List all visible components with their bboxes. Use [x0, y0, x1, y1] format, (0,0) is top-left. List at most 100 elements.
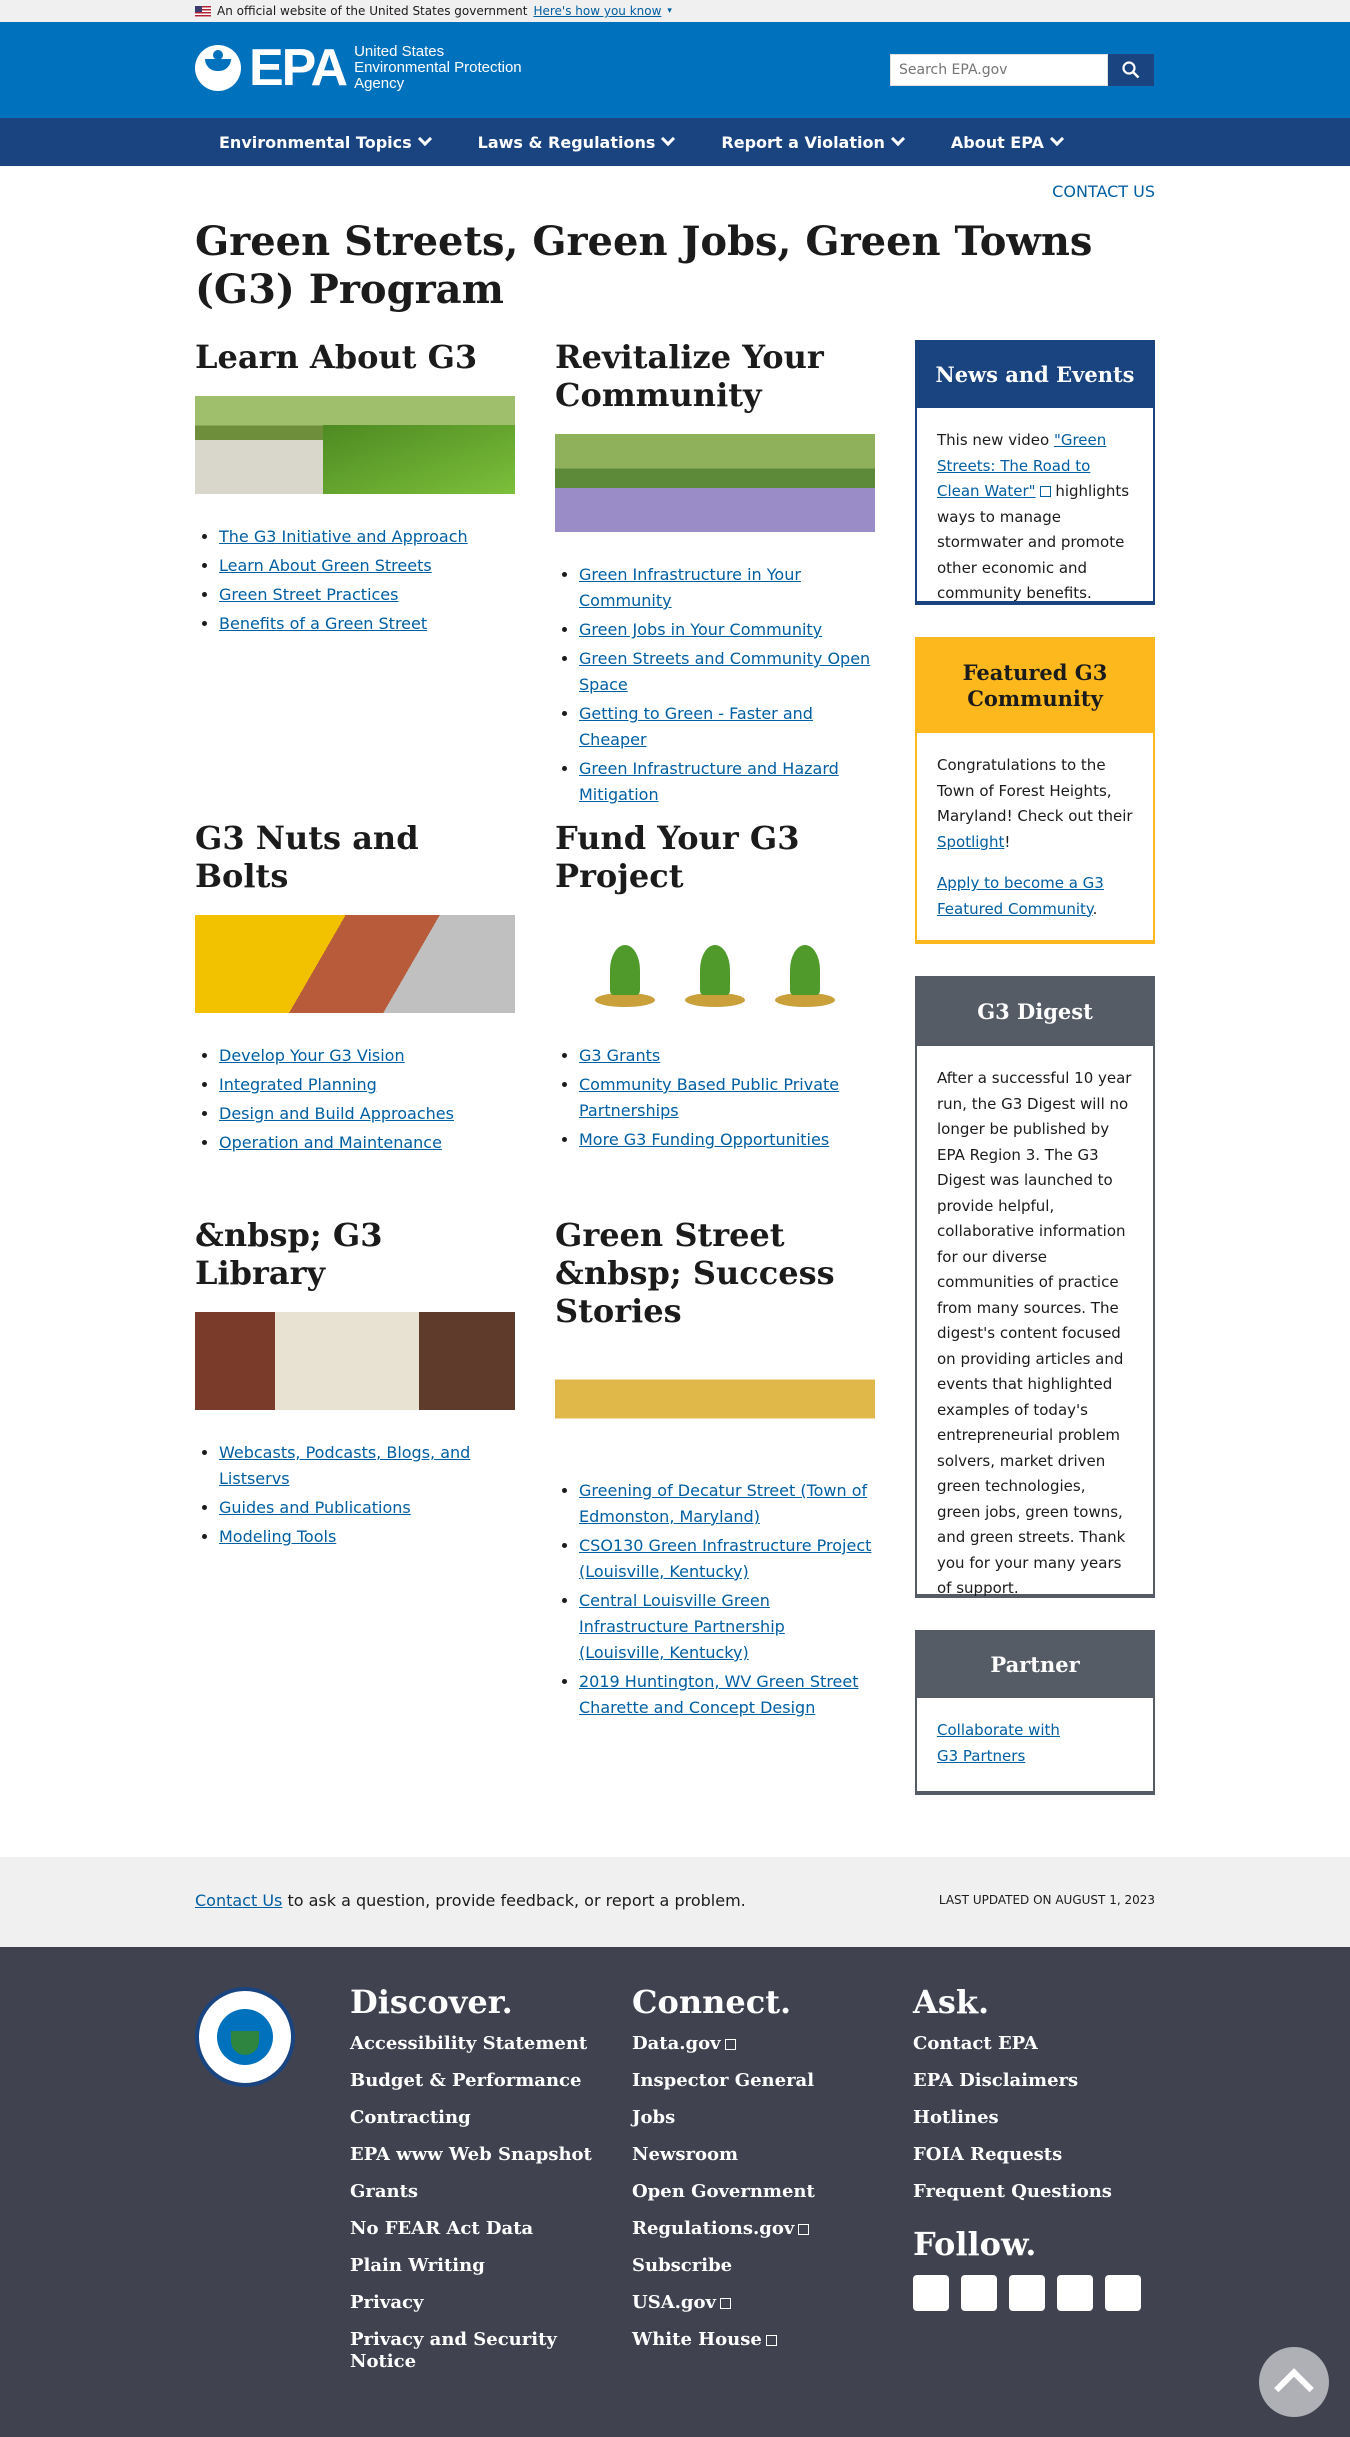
section-link[interactable]: G3 Grants: [579, 1046, 660, 1065]
section-link[interactable]: Operation and Maintenance: [219, 1133, 442, 1152]
back-to-top-button[interactable]: [1259, 2347, 1329, 2417]
box-title: Featured G3 Community: [917, 639, 1153, 733]
last-updated: Last updated on August 1, 2023: [938, 1893, 1155, 1907]
nav-laws-regulations[interactable]: Laws & Regulations: [454, 131, 698, 152]
box-body: This new video "Green Streets: The Road …: [917, 408, 1153, 627]
sprout-icon: [680, 937, 750, 1007]
section-link[interactable]: Green Infrastructure and Hazard Mitigati…: [579, 759, 839, 804]
footer-link[interactable]: EPA Disclaimers: [913, 2070, 1141, 2092]
gov-banner: An official website of the United States…: [0, 0, 1350, 22]
section-link[interactable]: Green Jobs in Your Community: [579, 620, 822, 639]
nav-label: Report a Violation: [721, 132, 885, 152]
section-link[interactable]: Modeling Tools: [219, 1527, 336, 1546]
footer-link[interactable]: Budget & Performance: [350, 2070, 592, 2092]
footer-link[interactable]: Grants: [350, 2181, 592, 2203]
box-body: Collaborate with G3 Partners: [917, 1698, 1153, 1789]
footer-link[interactable]: Accessibility Statement: [350, 2033, 592, 2055]
heres-how-you-know-link[interactable]: Here's how you know: [533, 4, 661, 18]
footer-link-text: Regulations.gov: [632, 2218, 795, 2239]
external-link-icon: [719, 2297, 731, 2309]
contact-us-link[interactable]: Contact Us: [1052, 182, 1155, 201]
section-link[interactable]: Design and Build Approaches: [219, 1104, 454, 1123]
site-footer: Discover. Accessibility Statement Budget…: [0, 1947, 1350, 2437]
section-link[interactable]: Greening of Decatur Street (Town of Edmo…: [579, 1481, 867, 1526]
section-link[interactable]: Green Street Practices: [219, 585, 398, 604]
list-item: Learn About Green Streets: [219, 553, 515, 579]
facebook-icon[interactable]: [913, 2275, 949, 2311]
section-link[interactable]: Green Infrastructure in Your Community: [579, 565, 801, 610]
footer-link[interactable]: Privacy and Security Notice: [350, 2329, 580, 2373]
footer-link[interactable]: No FEAR Act Data: [350, 2218, 592, 2240]
gov-banner-text: An official website of the United States…: [217, 4, 528, 18]
digest-body: After a successful 10 year run, the G3 D…: [937, 1069, 1132, 1597]
search-button[interactable]: [1108, 54, 1154, 86]
section-link[interactable]: More G3 Funding Opportunities: [579, 1130, 829, 1149]
list-item: Greening of Decatur Street (Town of Edmo…: [579, 1478, 875, 1530]
list-item: More G3 Funding Opportunities: [579, 1127, 875, 1153]
footer-link[interactable]: Inspector General: [632, 2070, 815, 2092]
list-item: Getting to Green - Faster and Cheaper: [579, 701, 875, 753]
section-link[interactable]: Getting to Green - Faster and Cheaper: [579, 704, 813, 749]
section-success-stories: Green Street &nbsp; Success Stories Gree…: [555, 1216, 875, 1724]
nav-about-epa[interactable]: About EPA: [927, 131, 1086, 152]
footer-link[interactable]: FOIA Requests: [913, 2144, 1141, 2166]
instagram-icon[interactable]: [1105, 2275, 1141, 2311]
footer-link[interactable]: Contact EPA: [913, 2033, 1141, 2055]
footer-link[interactable]: Contracting: [350, 2107, 592, 2129]
section-link[interactable]: Guides and Publications: [219, 1498, 411, 1517]
apply-featured-link[interactable]: Apply to become a G3 Featured Community: [937, 874, 1104, 918]
spotlight-link[interactable]: Spotlight: [937, 833, 1004, 851]
section-link[interactable]: Learn About Green Streets: [219, 556, 432, 575]
section-link[interactable]: Community Based Public Private Partnersh…: [579, 1075, 839, 1120]
collaborate-link[interactable]: Collaborate with G3 Partners: [937, 1721, 1060, 1765]
epa-logo[interactable]: EPA United States Environmental Protecti…: [195, 42, 522, 94]
footer-link-text: Data.gov: [632, 2033, 721, 2054]
box-title: News and Events: [917, 342, 1153, 408]
footer-link[interactable]: Subscribe: [632, 2255, 815, 2277]
section-link[interactable]: 2019 Huntington, WV Green Street Charett…: [579, 1672, 859, 1717]
footer-link[interactable]: White House: [632, 2329, 815, 2351]
section-link[interactable]: Green Streets and Community Open Space: [579, 649, 870, 694]
section-revitalize-community: Revitalize Your Community Green Infrastr…: [555, 338, 875, 811]
footer-discover: Discover. Accessibility Statement Budget…: [350, 1983, 592, 2388]
footer-link[interactable]: Regulations.gov: [632, 2218, 815, 2240]
section-link[interactable]: Integrated Planning: [219, 1075, 377, 1094]
footer-link[interactable]: Plain Writing: [350, 2255, 592, 2277]
link-line-1: Collaborate with: [937, 1721, 1060, 1739]
contact-us-footer-link[interactable]: Contact Us: [195, 1891, 282, 1910]
footer-heading: Follow.: [913, 2225, 1037, 2263]
nav-environmental-topics[interactable]: Environmental Topics: [195, 131, 454, 152]
list-item: Benefits of a Green Street: [219, 611, 515, 637]
logo-line-3: Agency: [354, 75, 405, 92]
footer-link[interactable]: USA.gov: [632, 2292, 815, 2314]
section-link[interactable]: The G3 Initiative and Approach: [219, 527, 468, 546]
section-links: Webcasts, Podcasts, Blogs, and Listservs…: [195, 1440, 515, 1550]
list-item: Integrated Planning: [219, 1072, 515, 1098]
youtube-icon[interactable]: [1009, 2275, 1045, 2311]
flickr-icon[interactable]: [1057, 2275, 1093, 2311]
section-link[interactable]: Develop Your G3 Vision: [219, 1046, 405, 1065]
footer-link[interactable]: Newsroom: [632, 2144, 815, 2166]
news-and-events-box: News and Events This new video "Green St…: [915, 340, 1155, 605]
books-image: [195, 1312, 515, 1410]
twitter-icon[interactable]: [961, 2275, 997, 2311]
footer-link[interactable]: Privacy: [350, 2292, 592, 2314]
footer-link[interactable]: Data.gov: [632, 2033, 815, 2055]
footer-link[interactable]: Jobs: [632, 2107, 815, 2129]
logo-line-2: Environmental Protection: [354, 59, 522, 76]
search-input[interactable]: [890, 54, 1108, 86]
footer-link[interactable]: Frequent Questions: [913, 2181, 1141, 2203]
green-street-image: [195, 396, 515, 494]
partner-box: Partner Collaborate with G3 Partners: [915, 1630, 1155, 1795]
section-link[interactable]: Benefits of a Green Street: [219, 614, 427, 633]
footer-link[interactable]: EPA www Web Snapshot: [350, 2144, 592, 2166]
footer-ask: Ask. Contact EPA EPA Disclaimers Hotline…: [913, 1983, 1141, 2311]
box-title: Partner: [917, 1632, 1153, 1698]
section-link[interactable]: Webcasts, Podcasts, Blogs, and Listservs: [219, 1443, 470, 1488]
footer-link[interactable]: Open Government: [632, 2181, 815, 2203]
section-link[interactable]: Central Louisville Green Infrastructure …: [579, 1591, 785, 1662]
featured-text-post: !: [1004, 832, 1011, 851]
nav-report-violation[interactable]: Report a Violation: [697, 131, 926, 152]
section-link[interactable]: CSO130 Green Infrastructure Project (Lou…: [579, 1536, 871, 1581]
footer-link[interactable]: Hotlines: [913, 2107, 1141, 2129]
